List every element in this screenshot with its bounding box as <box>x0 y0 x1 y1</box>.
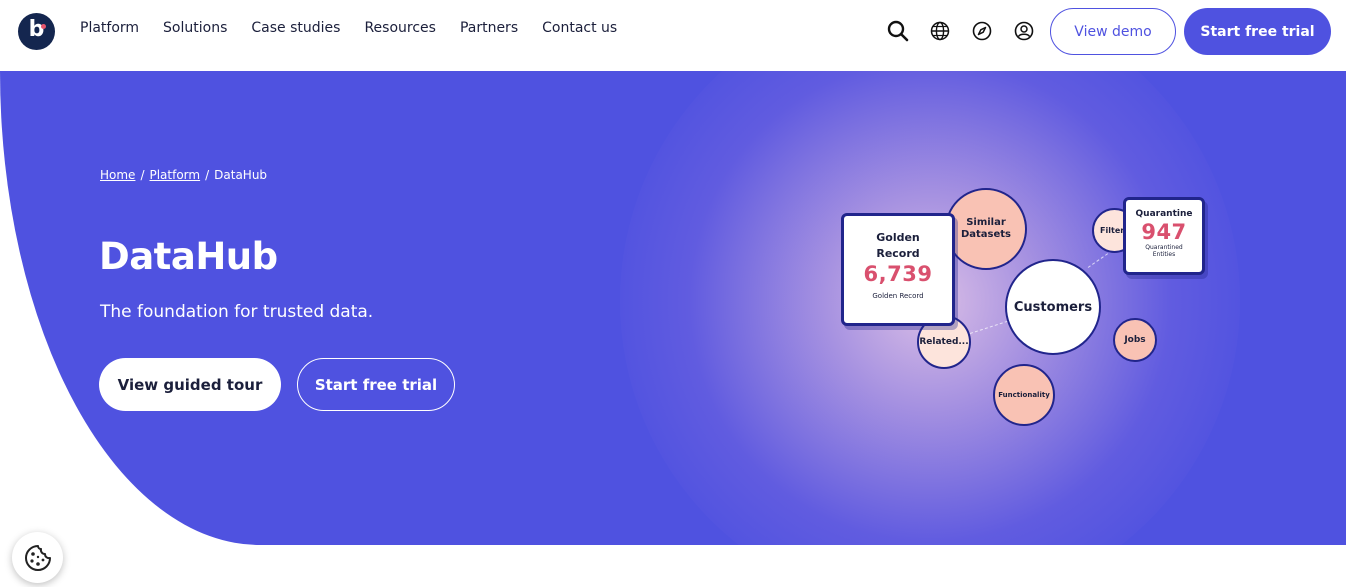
node-jobs: Jobs <box>1113 318 1157 362</box>
node-similar-datasets: Similar Datasets <box>945 188 1027 270</box>
cookie-settings-button[interactable] <box>12 532 63 583</box>
datahub-illustration: Similar Datasets Related... Golden Recor… <box>0 71 1346 545</box>
quarantine-card: Quarantine 947 Quarantined Entities <box>1123 197 1205 275</box>
golden-record-title: Golden Record <box>876 231 920 260</box>
quarantine-title: Quarantine <box>1135 209 1193 219</box>
view-demo-button[interactable]: View demo <box>1050 8 1176 55</box>
site-header: b Platform Solutions Case studies Resour… <box>0 0 1346 71</box>
globe-icon[interactable] <box>929 20 951 42</box>
cookie-icon <box>24 544 51 571</box>
nav-partners[interactable]: Partners <box>460 20 518 36</box>
quarantine-value: 947 <box>1141 220 1187 244</box>
node-customers: Customers <box>1005 259 1101 355</box>
node-functionality: Functionality <box>993 364 1055 426</box>
hero-section: Home / Platform / DataHub DataHub The fo… <box>0 71 1346 545</box>
logo-dot <box>41 24 46 29</box>
brand-logo[interactable]: b <box>18 13 55 50</box>
logo-letter: b <box>28 17 45 42</box>
compass-icon[interactable] <box>971 20 993 42</box>
golden-record-card: Golden Record 6,739 Golden Record <box>841 213 955 326</box>
nav-solutions[interactable]: Solutions <box>163 20 227 36</box>
user-icon[interactable] <box>1013 20 1035 42</box>
main-nav: Platform Solutions Case studies Resource… <box>80 20 617 36</box>
golden-record-value: 6,739 <box>863 262 933 286</box>
quarantine-caption: Quarantined Entities <box>1145 244 1183 258</box>
golden-record-caption: Golden Record <box>872 292 924 300</box>
nav-platform[interactable]: Platform <box>80 20 139 36</box>
nav-contact-us[interactable]: Contact us <box>542 20 617 36</box>
nav-resources[interactable]: Resources <box>364 20 436 36</box>
utility-icons <box>887 20 1035 42</box>
start-trial-header-button[interactable]: Start free trial <box>1184 8 1331 55</box>
nav-case-studies[interactable]: Case studies <box>251 20 340 36</box>
search-icon[interactable] <box>887 20 909 42</box>
